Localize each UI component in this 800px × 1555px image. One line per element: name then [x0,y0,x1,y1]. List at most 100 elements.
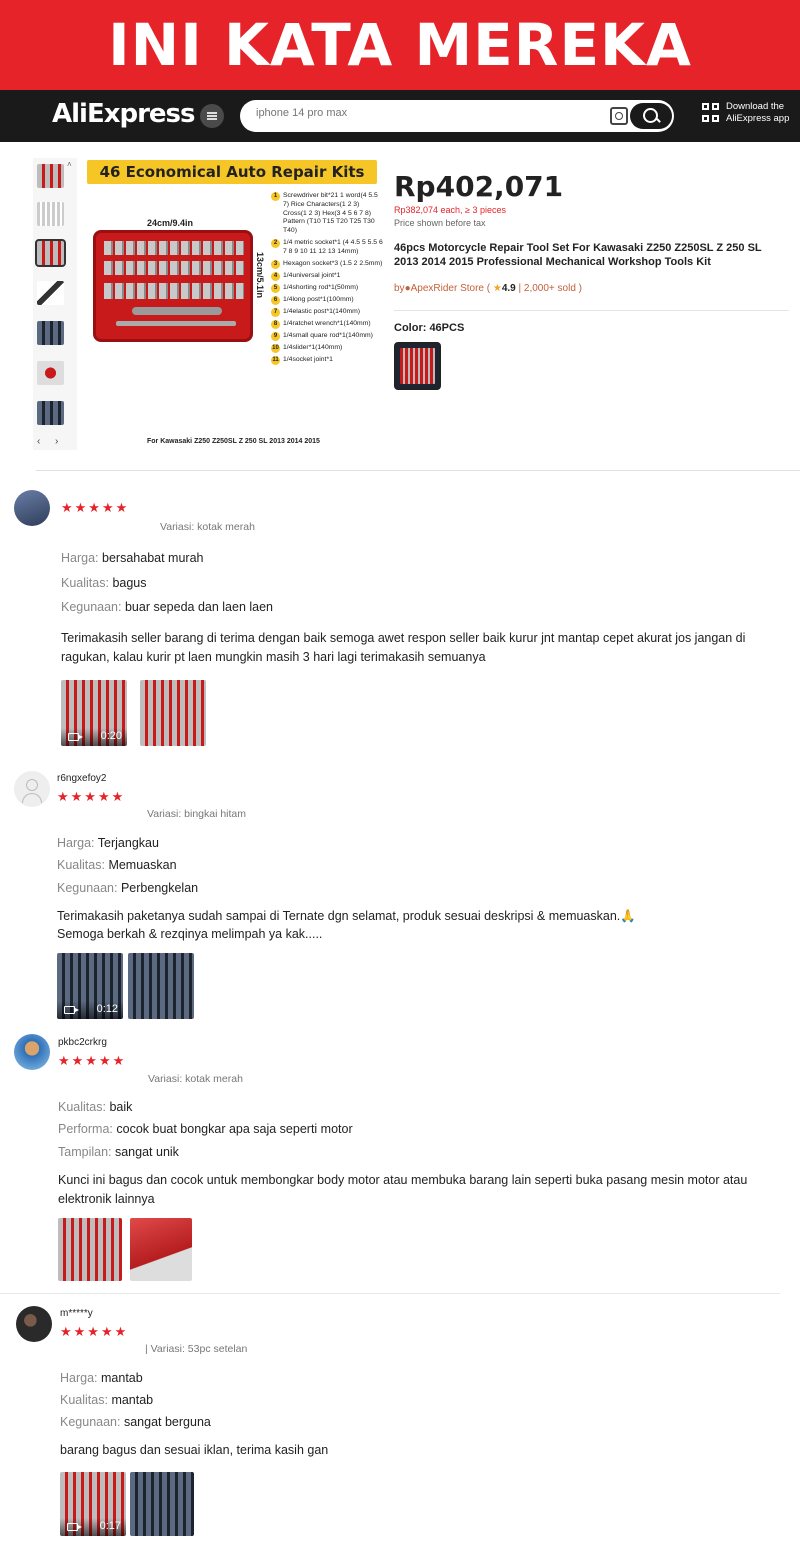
review-text-line-2: Semoga berkah & rezqinya melimpah ya kak… [57,927,323,941]
review-variant: Variasi: kotak merah [148,1073,243,1085]
store-prefix: by [394,283,405,294]
thumbnail-7[interactable] [37,401,64,425]
prev-image-icon[interactable]: ‹ [37,436,40,447]
thumbnail-4[interactable] [37,281,64,305]
review-photo[interactable] [128,953,194,1019]
review-variant: Variasi: bingkai hitam [147,808,247,820]
thumbnail-3-selected[interactable] [35,239,66,267]
download-line-1: Download the [726,101,785,112]
image-header: 46 Economical Auto Repair Kits [87,160,377,184]
review-photo[interactable] [140,680,206,746]
review-video[interactable]: 0:17 [60,1472,126,1536]
review-video[interactable]: 0:20 [61,680,127,746]
next-image-icon[interactable]: › [55,436,58,447]
color-option-46pcs[interactable] [394,342,441,390]
menu-icon[interactable] [200,104,224,128]
review-attr: Tampilan: sangat unik [58,1145,179,1159]
tax-note: Price shown before tax [394,218,486,228]
review-text: Kunci ini bagus dan cocok untuk membongk… [58,1173,748,1206]
product-price: Rp402,071 [394,170,564,203]
bulk-price: Rp382,074 each, ≥ 3 pieces [394,205,507,215]
video-icon [64,1006,79,1014]
scroll-up-icon[interactable]: ˄ [67,160,72,169]
star-rating: ★★★★★ [61,500,130,515]
product-title: 46pcs Motorcycle Repair Tool Set For Kaw… [394,242,762,268]
review-attr: Harga: mantab [60,1371,143,1385]
search-button[interactable] [630,103,672,129]
image-search-icon[interactable] [610,107,628,125]
star-icon: ★ [492,283,502,294]
review-video[interactable]: 0:12 [57,953,123,1019]
aliexpress-logo[interactable]: AliExpress [52,99,195,129]
toolkit-case-illustration [93,230,253,342]
review-attr: Kualitas: baik [58,1100,133,1114]
review-photo[interactable] [130,1218,192,1281]
thumbnail-5[interactable] [37,321,64,345]
part-item: 4 1/4universal joint*1 [271,271,383,281]
part-item: 9 1/4small quare rod*1(140mm) [271,331,383,341]
qr-code-icon[interactable] [702,103,720,125]
review-attr: Kegunaan: sangat berguna [60,1415,211,1429]
download-app-link[interactable]: Download the AliExpress app [726,101,789,125]
store-info: by●ApexRider Store ( ★4.9 | 2,000+ sold … [394,283,583,294]
review-attr: Kegunaan: buar sepeda dan laen laen [61,600,274,614]
review-variant: Variasi: kotak merah [160,521,255,533]
star-rating: ★★★★★ [57,789,126,804]
star-rating: ★★★★★ [58,1053,127,1068]
reviewer-name: m*****y [60,1308,93,1319]
review-variant: | Variasi: 53pc setelan [145,1343,248,1355]
banner-title: INI KATA MEREKA [108,11,692,79]
part-item: 6 1/4long post*1(100mm) [271,295,383,305]
part-item: 1 Screwdriver bit*21 1 word(4 5.5 7) Rice… [271,192,383,236]
part-item: 7 1/4elastic post*1(140mm) [271,307,383,317]
review-text: barang bagus dan sesuai iklan, terima ka… [60,1443,329,1457]
review-attr: Kegunaan: Perbengkelan [57,881,199,895]
thumbnail-2[interactable] [37,202,64,226]
review-attr: Kualitas: bagus [61,576,147,590]
color-label: Color: 46PCS [394,322,465,334]
reviewer-name: pkbc2crkrg [58,1037,107,1048]
part-item: 11 1/4socket joint*1 [271,355,333,365]
review-attr: Harga: bersahabat murah [61,551,204,565]
video-duration: 0:12 [96,1003,118,1015]
video-icon [67,1523,82,1531]
thumbnail-1[interactable] [37,164,64,188]
video-icon [68,733,83,741]
image-caption: For Kawasaki Z250 Z250SL Z 250 SL 2013 2… [147,438,320,445]
avatar [16,1306,52,1342]
video-duration: 0:17 [99,1520,121,1532]
review-separator [0,1293,780,1294]
avatar [14,1034,50,1070]
parts-list: 1 Screwdriver bit*21 1 word(4 5.5 7) Rice… [271,192,383,368]
review-photo[interactable] [58,1218,122,1281]
main-product-image[interactable]: 46 Economical Auto Repair Kits 24cm/9.4i… [87,160,383,450]
video-duration: 0:20 [100,730,122,742]
thumbnail-list: ˄ ‹ › [33,158,77,450]
search-bar [240,100,674,132]
image-width-label: 24cm/9.4in [147,218,194,228]
divider [394,310,789,311]
review-photo[interactable] [130,1472,194,1536]
review-attr: Harga: Terjangkau [57,836,159,850]
download-line-2: AliExpress app [726,113,790,124]
avatar [14,490,50,526]
part-item: 5 1/4shorting rod*1(50mm) [271,283,383,293]
section-divider [36,470,800,471]
part-item: 10 1/4slider*1(140mm) [271,343,343,353]
review-attr: Kualitas: mantab [60,1393,154,1407]
part-item: 2 1/4 metric socket*1 (4 4.5 5 5.5 6 7 8 … [271,238,383,257]
star-rating: ★★★★★ [60,1324,129,1339]
thumbnail-6[interactable] [37,361,64,385]
promo-banner: INI KATA MEREKA [0,0,800,90]
image-height-label: 13cm/5.1in [255,252,265,299]
reviewer-name: r6ngxefoy2 [57,773,107,784]
part-item: 8 1/4ratchet wrench*1(140mm) [271,319,383,329]
default-avatar-icon [14,771,50,807]
store-name-link[interactable]: ApexRider Store [411,283,484,294]
site-header: AliExpress Download the AliExpress app [0,90,800,142]
part-item: 3 Hexagon socket*3 (1.5 2 2.5mm) [271,259,383,269]
review-text: Terimakasih seller barang di terima deng… [61,631,746,664]
sold-count: 2,000+ sold [523,283,576,294]
review-attr: Performa: cocok buat bongkar apa saja se… [58,1122,353,1136]
search-input[interactable] [256,107,596,119]
